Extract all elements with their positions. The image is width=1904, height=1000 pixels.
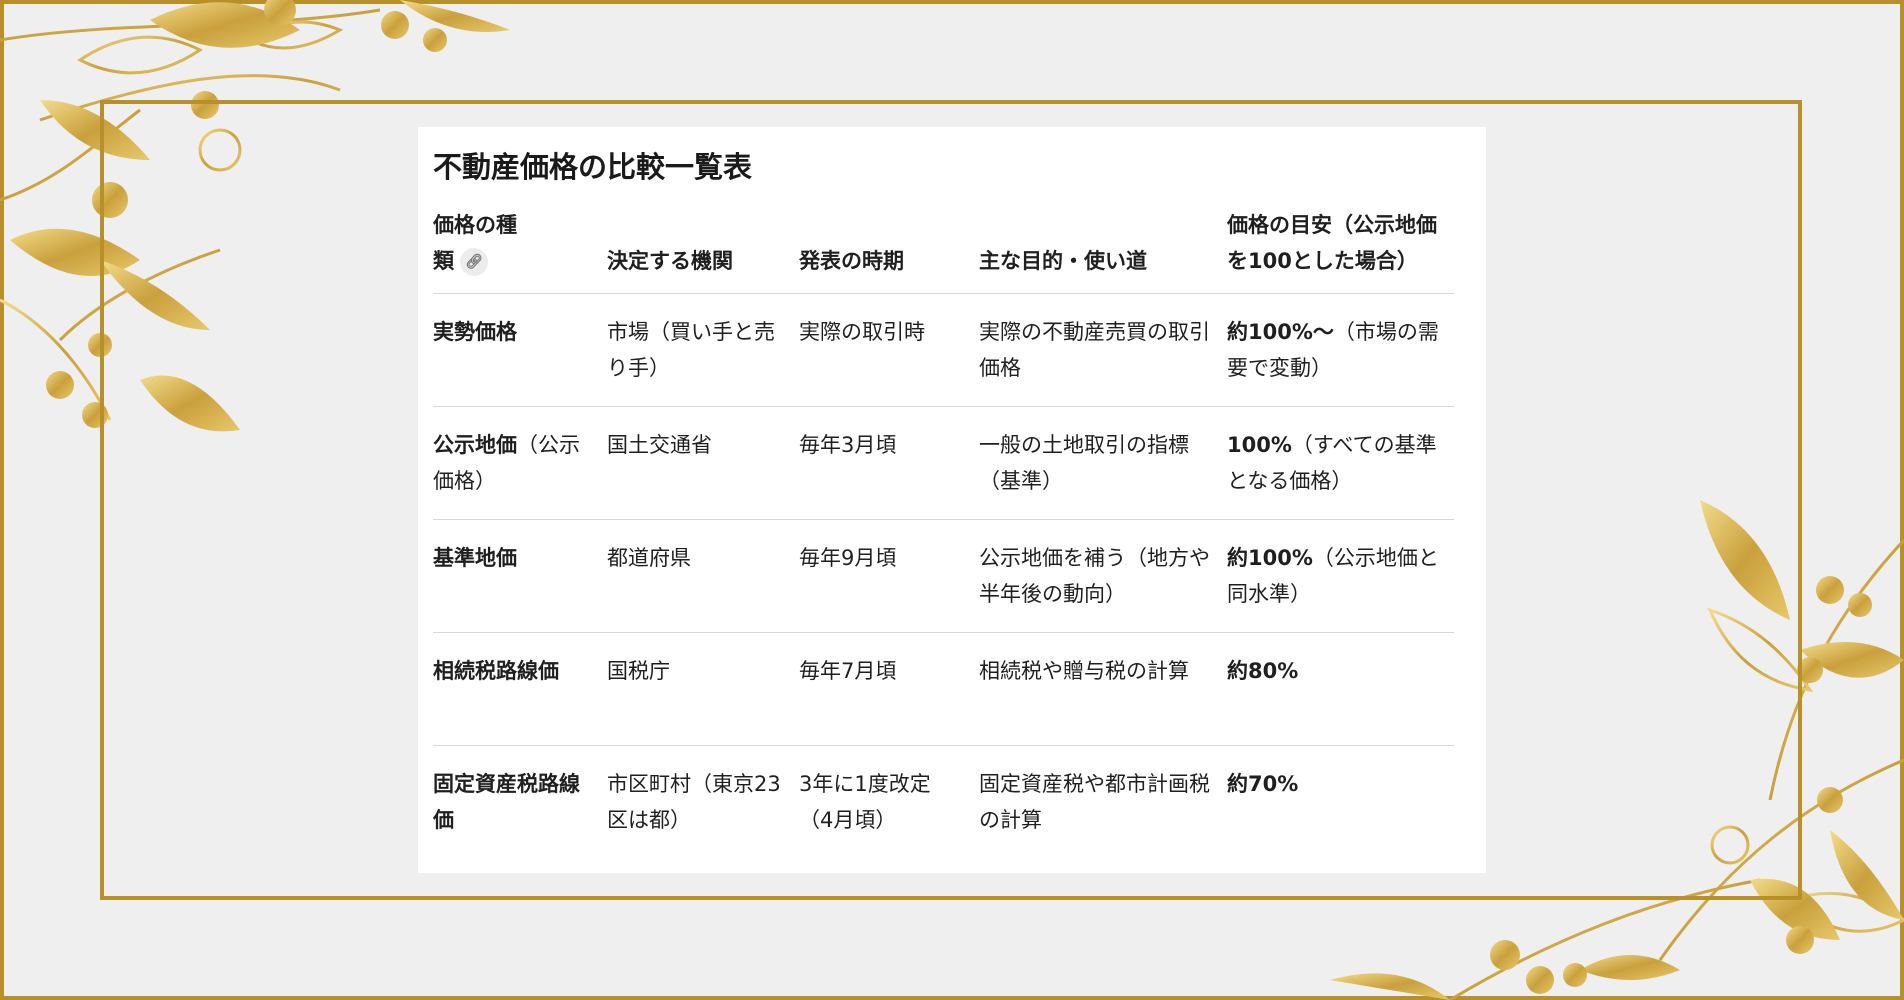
cell-price-guide: 約80% (1227, 632, 1454, 746)
cell-type: 実勢価格 (433, 293, 607, 407)
table-header-row: 価格の種類 🔗︎ 決定する機関 発表の時期 主な目的・使い道 価格の目安（公示地価… (433, 207, 1454, 294)
cell-purpose: 公示地価を補う（地方や半年後の動向） (979, 519, 1227, 633)
link-icon[interactable]: 🔗︎ (460, 248, 488, 276)
cell-purpose: 実際の不動産売買の取引価格 (979, 293, 1227, 407)
table-row: 公示地価（公示価格） 国土交通省 毎年3月頃 一般の土地取引の指標（基準） 10… (433, 406, 1454, 520)
table-row: 実勢価格 市場（買い手と売り手） 実際の取引時 実際の不動産売買の取引価格 約1… (433, 293, 1454, 407)
cell-timing: 実際の取引時 (799, 293, 979, 407)
cell-purpose: 固定資産税や都市計画税の計算 (979, 772, 1210, 832)
table-row: 固定資産税路線価 市区町村（東京23区は都） 3年に1度改定（4月頃） 固定資産… (433, 746, 1454, 857)
cell-agency: 国税庁 (607, 632, 799, 746)
cell-price-guide: 約100%（公示地価と同水準） (1227, 519, 1454, 633)
cell-agency: 国土交通省 (607, 406, 799, 520)
header-agency: 決定する機関 (607, 207, 799, 294)
cell-price-guide: 約70% (1227, 772, 1299, 796)
cell-type: 固定資産税路線価 (433, 772, 580, 832)
cell-purpose: 相続税や贈与税の計算 (979, 632, 1227, 746)
cell-timing: 毎年3月頃 (799, 406, 979, 520)
header-price-type: 価格の種類 🔗︎ (433, 207, 607, 294)
table-row: 基準地価 都道府県 毎年9月頃 公示地価を補う（地方や半年後の動向） 約100%… (433, 519, 1454, 633)
cell-type: 基準地価 (433, 519, 607, 633)
page-title: 不動産価格の比較一覧表 (433, 150, 753, 184)
cell-type: 相続税路線価 (433, 632, 607, 746)
header-purpose: 主な目的・使い道 (979, 207, 1227, 294)
cell-type: 公示地価（公示価格） (433, 406, 607, 520)
table-card: 不動産価格の比較一覧表 価格の種類 🔗︎ 決定する機関 発表の時期 主な目的・使い… (418, 127, 1486, 873)
cell-price-guide: 100%（すべての基準となる価格） (1227, 406, 1454, 520)
cell-timing: 3年に1度改定（4月頃） (799, 772, 931, 832)
header-timing: 発表の時期 (799, 207, 979, 294)
cell-timing: 毎年7月頃 (799, 632, 979, 746)
cell-agency: 市場（買い手と売り手） (607, 293, 799, 407)
cell-agency: 都道府県 (607, 519, 799, 633)
price-comparison-table: 価格の種類 🔗︎ 決定する機関 発表の時期 主な目的・使い道 価格の目安（公示地価… (433, 207, 1454, 856)
table-row: 相続税路線価 国税庁 毎年7月頃 相続税や贈与税の計算 約80% (433, 632, 1454, 746)
cell-purpose: 一般の土地取引の指標（基準） (979, 406, 1227, 520)
header-price-guide: 価格の目安（公示地価を100とした場合） (1227, 207, 1454, 294)
cell-timing: 毎年9月頃 (799, 519, 979, 633)
cell-agency: 市区町村（東京23区は都） (607, 772, 781, 832)
cell-price-guide: 約100%〜（市場の需要で変動） (1227, 293, 1454, 407)
